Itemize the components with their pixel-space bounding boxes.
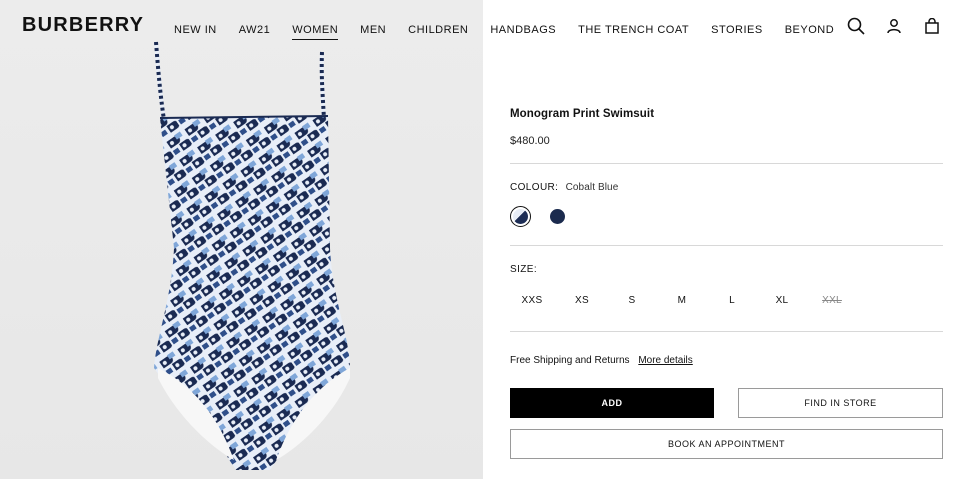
swatch-cobalt-blue[interactable] xyxy=(510,206,531,227)
size-option-s[interactable]: S xyxy=(610,295,654,306)
find-in-store-button[interactable]: FIND IN STORE xyxy=(738,388,943,418)
nav-item-children[interactable]: CHILDREN xyxy=(408,24,468,40)
nav-item-new-in[interactable]: NEW IN xyxy=(174,24,217,40)
size-option-xxs[interactable]: XXS xyxy=(510,295,554,306)
colour-label: COLOUR: xyxy=(510,182,559,193)
size-label: SIZE: xyxy=(510,264,538,275)
swimsuit-illustration xyxy=(154,41,350,470)
book-appointment-button[interactable]: BOOK AN APPOINTMENT xyxy=(510,429,943,459)
add-to-bag-button[interactable]: ADD xyxy=(510,388,714,418)
product-details: Monogram Print Swimsuit $480.00 COLOUR: … xyxy=(510,0,943,479)
product-name: Monogram Print Swimsuit xyxy=(510,108,655,120)
colour-row: COLOUR: Cobalt Blue xyxy=(510,182,618,193)
swatch-navy[interactable] xyxy=(547,206,568,227)
nav-item-men[interactable]: MEN xyxy=(360,24,386,40)
nav-item-aw21[interactable]: AW21 xyxy=(239,24,271,40)
brand-logo[interactable]: BURBERRY xyxy=(22,14,144,37)
product-price: $480.00 xyxy=(510,135,550,147)
divider xyxy=(510,331,943,332)
divider xyxy=(510,245,943,246)
shipping-info: Free Shipping and Returns More details xyxy=(510,355,693,366)
nav-item-women[interactable]: WOMEN xyxy=(292,24,339,40)
divider xyxy=(510,163,943,164)
product-image-panel[interactable] xyxy=(0,0,483,479)
size-option-m[interactable]: M xyxy=(660,295,704,306)
size-option-xl[interactable]: XL xyxy=(760,295,804,306)
colour-swatches xyxy=(510,206,584,227)
more-details-link[interactable]: More details xyxy=(638,355,692,366)
product-image[interactable] xyxy=(118,38,388,478)
swatch-navy-fill xyxy=(550,209,565,224)
size-option-l[interactable]: L xyxy=(710,295,754,306)
size-option-xs[interactable]: XS xyxy=(560,295,604,306)
size-option-xxl-unavailable[interactable]: XXL xyxy=(810,295,854,306)
shipping-text: Free Shipping and Returns xyxy=(510,355,630,366)
swatch-cobalt-blue-fill xyxy=(513,209,528,224)
colour-value: Cobalt Blue xyxy=(565,182,619,193)
